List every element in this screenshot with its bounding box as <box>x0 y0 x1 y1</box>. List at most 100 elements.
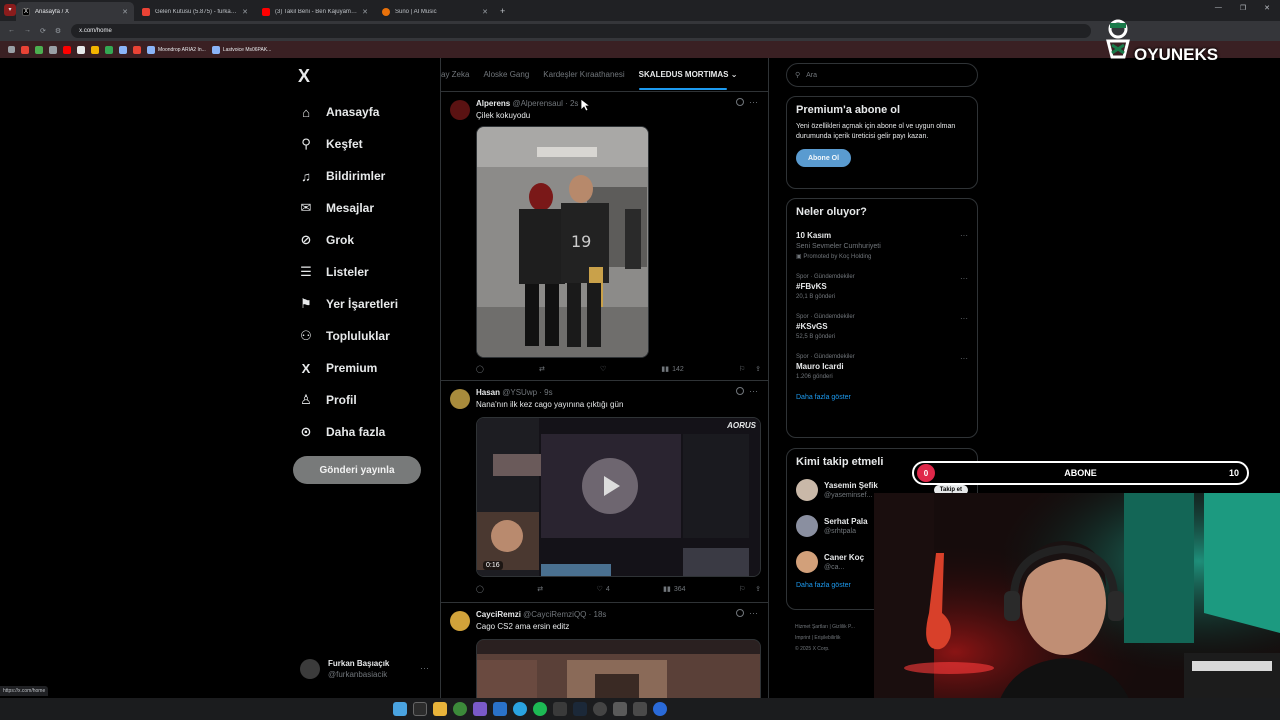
new-tab-button[interactable]: + <box>500 6 505 21</box>
windows-start-icon[interactable] <box>393 702 407 716</box>
search-icon[interactable] <box>413 702 427 716</box>
maximize-icon[interactable]: ❐ <box>1240 4 1246 12</box>
nav-item-communities[interactable]: ⚇ Topluluklar <box>298 320 398 352</box>
trend-item[interactable]: 10 Kasım Seni Sevmeler Cumhuriyeti ▣ Pro… <box>787 231 977 260</box>
tweet-handle[interactable]: @Alperensaul · 2s <box>512 99 578 108</box>
tweet-handle[interactable]: @CayciRemziQQ · 18s <box>523 610 606 619</box>
tweet[interactable]: Hasan @YSUwp · 9s ··· Nana'nın ilk kez c… <box>441 381 768 603</box>
more-icon[interactable]: ··· <box>749 608 758 618</box>
nav-item-home[interactable]: ⌂ Anasayfa <box>298 96 398 128</box>
forward-icon[interactable]: → <box>24 27 31 35</box>
tab-skaledus[interactable]: SKALEDUS MORTIMAS ⌄ <box>638 70 737 90</box>
more-icon[interactable]: ··· <box>960 354 968 363</box>
app-icon[interactable] <box>613 702 627 716</box>
reload-icon[interactable]: ⟳ <box>40 27 46 35</box>
more-icon[interactable]: ··· <box>749 386 758 396</box>
tweet-author[interactable]: Alperens <box>476 99 510 108</box>
tweet-video[interactable]: AORUS 0:16 <box>476 417 761 577</box>
grok-icon[interactable] <box>736 387 744 395</box>
minimize-icon[interactable]: — <box>1215 4 1222 12</box>
account-switcher[interactable]: Furkan Başıaçık @furkanbasiacik ··· <box>300 659 429 679</box>
tweet-handle[interactable]: @YSUwp · 9s <box>502 388 552 397</box>
bookmark-3[interactable] <box>63 45 71 54</box>
app-icon[interactable] <box>653 702 667 716</box>
nav-item-profile[interactable]: ♙ Profil <box>298 384 398 416</box>
more-icon[interactable]: ··· <box>420 663 429 673</box>
nav-item-bookmarks[interactable]: ⚑ Yer İşaretleri <box>298 288 398 320</box>
tweet-video[interactable] <box>476 639 761 698</box>
more-icon[interactable]: ··· <box>960 314 968 323</box>
footer-link[interactable]: Gizlilik P... <box>832 624 855 630</box>
app-icon[interactable] <box>553 702 567 716</box>
views-button[interactable]: ▮▮ 364 <box>663 585 685 594</box>
avatar[interactable] <box>796 479 818 501</box>
telegram-icon[interactable] <box>513 702 527 716</box>
share-icon[interactable]: ⇪ <box>755 365 761 373</box>
like-button[interactable]: ♡ 4 <box>597 585 610 594</box>
more-icon[interactable]: ··· <box>749 97 758 107</box>
grok-icon[interactable] <box>736 609 744 617</box>
close-icon[interactable]: ✕ <box>482 8 488 16</box>
address-bar[interactable]: x.com/home <box>71 24 1092 38</box>
chrome-icon[interactable] <box>453 702 467 716</box>
bookmark-5[interactable] <box>91 45 99 54</box>
nav-item-premium[interactable]: X Premium <box>298 352 398 384</box>
browser-tab-0[interactable]: X Anasayfa / X ✕ <box>16 2 134 21</box>
nav-item-messages[interactable]: ✉ Mesajlar <box>298 192 398 224</box>
post-button[interactable]: Gönderi yayınla <box>293 456 421 484</box>
bookmark-6[interactable] <box>105 45 113 54</box>
browser-menu-icon[interactable]: ▾ <box>4 4 16 16</box>
bookmark-0[interactable] <box>21 45 29 54</box>
tab-kardesler[interactable]: Kardeşler Kıraathanesi <box>543 70 624 79</box>
browser-tab-3[interactable]: Suno | AI Music ✕ <box>376 2 494 21</box>
reply-icon[interactable]: ◯ <box>476 585 484 593</box>
bookmark-7[interactable] <box>119 45 127 54</box>
trend-item[interactable]: Spor · Gündemdekiler Mauro Icardi 1.206 … <box>787 354 977 380</box>
tweet[interactable]: Alperens @Alperensaul · 2s ··· Çilek kok… <box>441 92 768 381</box>
bookmark-action[interactable]: ⚐ ⇪ <box>739 365 761 373</box>
footer-link[interactable]: Erişilebilirlik <box>814 635 840 641</box>
share-icon[interactable]: ⇪ <box>755 585 761 593</box>
close-icon[interactable]: ✕ <box>122 8 128 16</box>
avatar[interactable] <box>796 515 818 537</box>
apps-icon[interactable] <box>8 45 15 54</box>
app-icon[interactable] <box>493 702 507 716</box>
site-info-icon[interactable]: ⚙ <box>55 27 61 35</box>
retweet-icon[interactable]: ⇄ <box>539 365 545 373</box>
tweet-image[interactable]: 19 <box>476 126 649 358</box>
nav-item-lists[interactable]: ☰ Listeler <box>298 256 398 288</box>
avatar[interactable] <box>796 551 818 573</box>
bookmark-action[interactable]: ⚐ ⇪ <box>739 585 761 593</box>
bookmark-lastvoice[interactable]: Lastvoice Ms06PAK... <box>211 45 271 54</box>
more-icon[interactable]: ··· <box>960 274 968 283</box>
nav-item-notifications[interactable]: ♫ Bildirimler <box>298 160 398 192</box>
tweet-author[interactable]: Hasan <box>476 388 500 397</box>
tab-aloske-gang[interactable]: Aloske Gang <box>483 70 529 79</box>
spotify-icon[interactable] <box>533 702 547 716</box>
footer-link[interactable]: Hizmet Şartları <box>795 624 828 630</box>
tweet-author[interactable]: CayciRemzi <box>476 610 521 619</box>
views-button[interactable]: ▮▮ 142 <box>661 365 683 374</box>
app-icon[interactable] <box>633 702 647 716</box>
subscribe-button[interactable]: Abone Ol <box>796 149 851 167</box>
close-icon[interactable]: ✕ <box>362 8 368 16</box>
nav-item-more[interactable]: ⊙ Daha fazla <box>298 416 398 448</box>
file-explorer-icon[interactable] <box>433 702 447 716</box>
avatar[interactable] <box>450 611 470 631</box>
footer-link[interactable]: Imprint <box>795 635 810 641</box>
app-icon[interactable] <box>473 702 487 716</box>
avatar[interactable] <box>450 100 470 120</box>
nav-item-explore[interactable]: ⚲ Keşfet <box>298 128 398 160</box>
back-icon[interactable]: ← <box>8 27 15 35</box>
trend-item[interactable]: Spor · Gündemdekiler #KSvGS 52,5 B gönde… <box>787 314 977 340</box>
steam-icon[interactable] <box>573 702 587 716</box>
close-icon[interactable]: ✕ <box>242 8 248 16</box>
search-input[interactable]: ⚲ Ara <box>786 63 978 87</box>
retweet-icon[interactable]: ⇄ <box>537 585 543 593</box>
like-icon[interactable]: ♡ <box>600 365 606 373</box>
browser-tab-2[interactable]: (3) Takıl Beni - Ben Kajuyam Ka... ✕ <box>256 2 374 21</box>
bookmark-8[interactable] <box>133 45 141 54</box>
obs-icon[interactable] <box>593 702 607 716</box>
tweet[interactable]: CayciRemzi @CayciRemziQQ · 18s ··· Cago … <box>441 603 768 698</box>
grok-icon[interactable] <box>736 98 744 106</box>
